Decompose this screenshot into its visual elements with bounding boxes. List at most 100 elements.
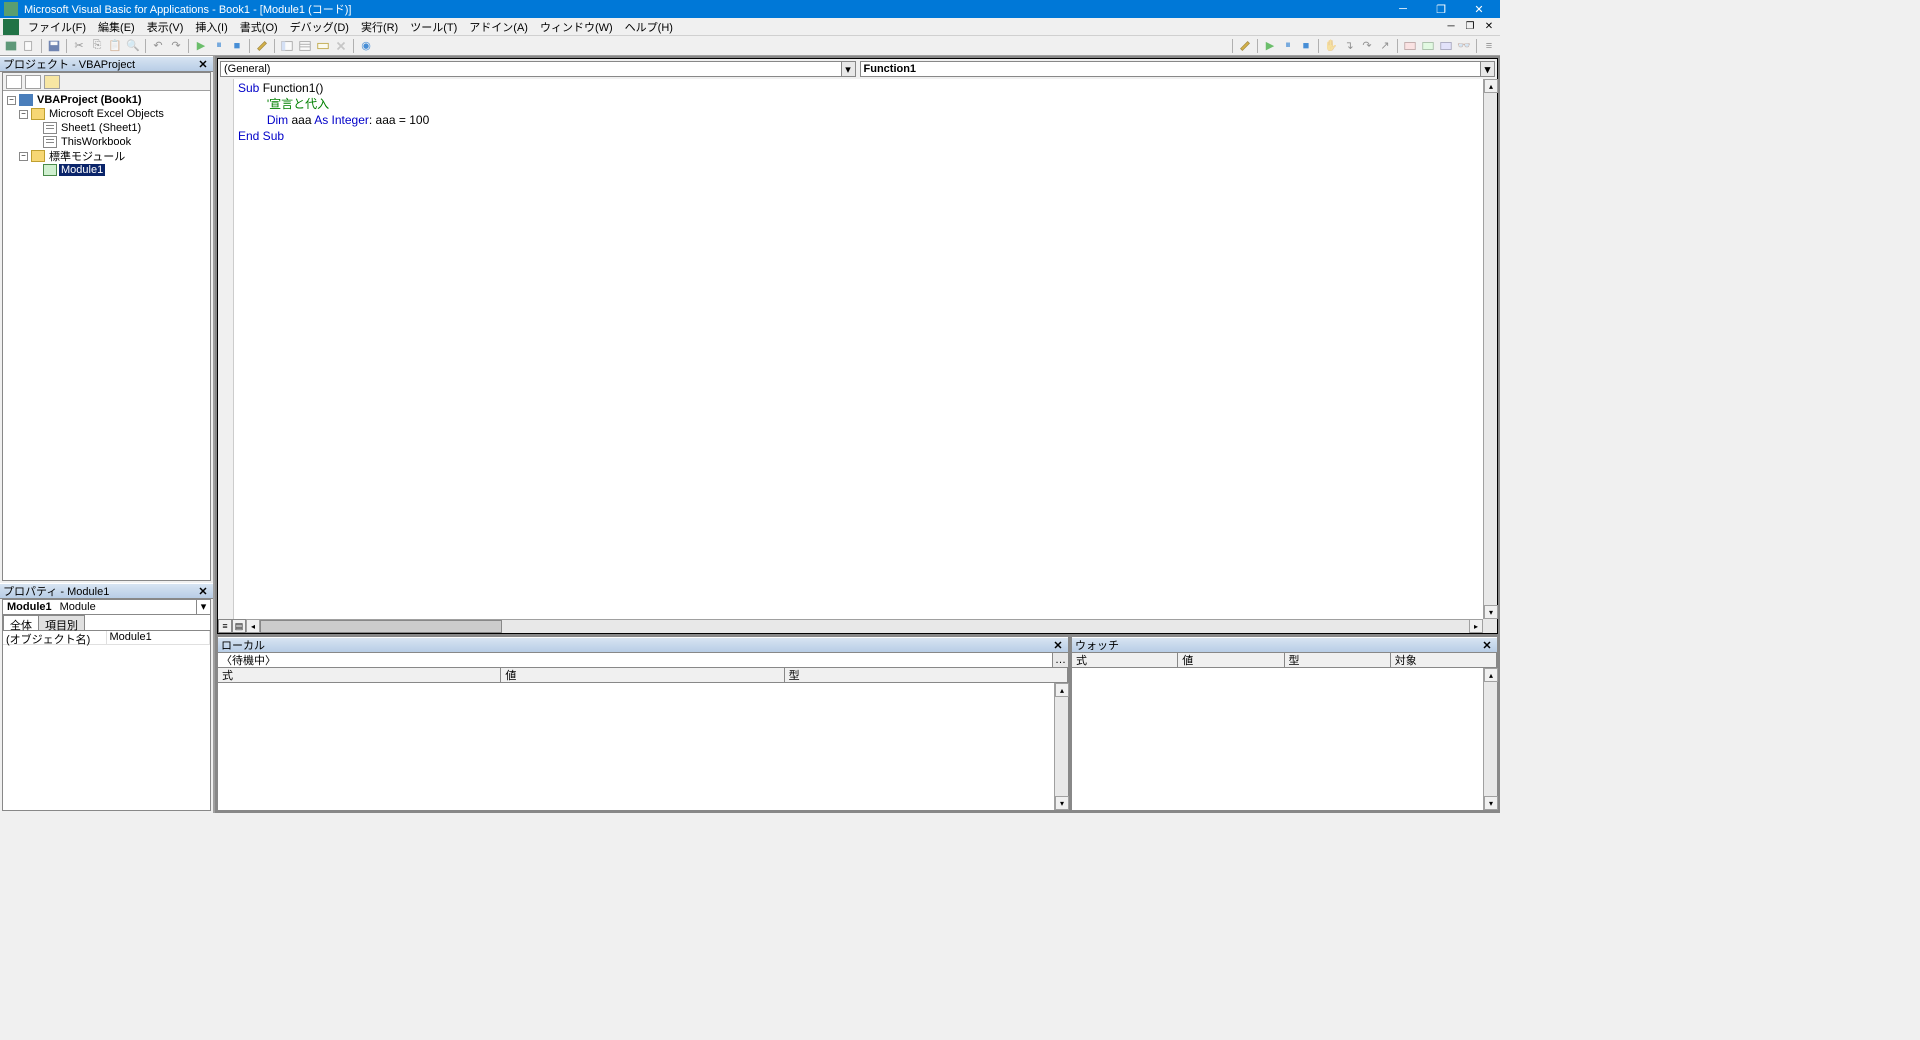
maximize-button[interactable]: ❐ bbox=[1432, 2, 1450, 16]
scroll-up-icon[interactable]: ▴ bbox=[1055, 683, 1069, 697]
locals-close[interactable]: ✕ bbox=[1051, 639, 1065, 651]
locals-col-type[interactable]: 型 bbox=[785, 668, 1068, 682]
chevron-down-icon[interactable]: ▾ bbox=[1480, 62, 1494, 76]
locals-grid-body[interactable]: ▴ ▾ bbox=[218, 683, 1068, 810]
tree-std-modules[interactable]: − 標準モジュール bbox=[5, 149, 208, 163]
insert-dropdown-icon[interactable] bbox=[21, 38, 37, 54]
collapse-icon[interactable]: − bbox=[19, 110, 28, 119]
design-mode-icon[interactable] bbox=[254, 38, 270, 54]
menu-view[interactable]: 表示(V) bbox=[141, 17, 190, 37]
prop-row[interactable]: (オブジェクト名) Module1 bbox=[3, 631, 210, 645]
watch-window-icon[interactable] bbox=[1438, 38, 1454, 54]
locals-col-expression[interactable]: 式 bbox=[218, 668, 501, 682]
menu-run[interactable]: 実行(R) bbox=[355, 17, 404, 37]
tree-excel-objects[interactable]: − Microsoft Excel Objects bbox=[5, 107, 208, 121]
locals-window-icon[interactable] bbox=[1402, 38, 1418, 54]
chevron-down-icon[interactable]: ▾ bbox=[841, 62, 855, 76]
vertical-scrollbar[interactable]: ▴ ▾ bbox=[1483, 668, 1497, 810]
tree-module1[interactable]: Module1 bbox=[5, 163, 208, 177]
undo-icon[interactable]: ↶ bbox=[150, 38, 166, 54]
call-stack-ellipsis[interactable]: … bbox=[1052, 653, 1068, 667]
excel-icon[interactable] bbox=[3, 19, 19, 35]
breakpoint-icon[interactable]: ✋ bbox=[1323, 38, 1339, 54]
code-editor[interactable]: Sub Function1() '宣言と代入 Dim aaa As Intege… bbox=[234, 79, 1483, 619]
immediate-window-icon[interactable] bbox=[1420, 38, 1436, 54]
debug-stop-icon[interactable]: ■ bbox=[1298, 38, 1314, 54]
mdi-restore[interactable]: ❐ bbox=[1463, 21, 1477, 33]
help-icon[interactable]: ◉ bbox=[358, 38, 374, 54]
object-dropdown[interactable]: (General) ▾ bbox=[220, 61, 856, 77]
scroll-up-icon[interactable]: ▴ bbox=[1484, 79, 1498, 93]
view-object-icon[interactable] bbox=[25, 75, 41, 89]
collapse-icon[interactable]: − bbox=[7, 96, 16, 105]
toolbox-icon[interactable] bbox=[333, 38, 349, 54]
run-icon[interactable]: ▶ bbox=[193, 38, 209, 54]
menu-addins[interactable]: アドイン(A) bbox=[463, 17, 534, 37]
project-explorer-icon[interactable] bbox=[279, 38, 295, 54]
full-module-view-icon[interactable]: ▤ bbox=[232, 619, 246, 633]
redo-icon[interactable]: ↷ bbox=[168, 38, 184, 54]
watch-close[interactable]: ✕ bbox=[1480, 639, 1494, 651]
call-stack-icon[interactable]: ≡ bbox=[1481, 38, 1497, 54]
menu-debug[interactable]: デバッグ(D) bbox=[284, 17, 355, 37]
watch-col-context[interactable]: 対象 bbox=[1391, 653, 1497, 667]
menu-window[interactable]: ウィンドウ(W) bbox=[534, 17, 619, 37]
scroll-right-icon[interactable]: ▸ bbox=[1469, 619, 1483, 633]
mdi-close[interactable]: ✕ bbox=[1482, 21, 1496, 33]
reset-icon[interactable]: ■ bbox=[229, 38, 245, 54]
mdi-minimize[interactable]: ─ bbox=[1444, 21, 1458, 33]
paste-icon[interactable]: 📋 bbox=[107, 38, 123, 54]
properties-icon[interactable] bbox=[297, 38, 313, 54]
code-margin[interactable] bbox=[218, 79, 234, 619]
project-explorer-close[interactable]: ✕ bbox=[196, 58, 210, 70]
object-browser-icon[interactable] bbox=[315, 38, 331, 54]
tree-root[interactable]: − VBAProject (Book1) bbox=[5, 93, 208, 107]
toggle-folders-icon[interactable] bbox=[44, 75, 60, 89]
quick-watch-icon[interactable]: 👓 bbox=[1456, 38, 1472, 54]
menu-edit[interactable]: 編集(E) bbox=[92, 17, 141, 37]
watch-col-value[interactable]: 値 bbox=[1178, 653, 1284, 667]
properties-close[interactable]: ✕ bbox=[196, 585, 210, 597]
menu-tools[interactable]: ツール(T) bbox=[404, 17, 463, 37]
watch-col-expression[interactable]: 式 bbox=[1072, 653, 1178, 667]
prop-value-cell[interactable]: Module1 bbox=[107, 631, 211, 644]
debug-pause-icon[interactable]: ⏸ bbox=[1280, 38, 1296, 54]
debug-run-icon[interactable]: ▶ bbox=[1262, 38, 1278, 54]
find-icon[interactable]: 🔍 bbox=[125, 38, 141, 54]
scroll-left-icon[interactable]: ◂ bbox=[246, 619, 260, 633]
break-icon[interactable]: ⏸ bbox=[211, 38, 227, 54]
step-out-icon[interactable]: ↗ bbox=[1377, 38, 1393, 54]
procedure-view-icon[interactable]: ≡ bbox=[218, 619, 232, 633]
tree-thisworkbook[interactable]: ThisWorkbook bbox=[5, 135, 208, 149]
tree-sheet1[interactable]: Sheet1 (Sheet1) bbox=[5, 121, 208, 135]
cut-icon[interactable]: ✂ bbox=[71, 38, 87, 54]
watch-grid-body[interactable]: ▴ ▾ bbox=[1072, 668, 1497, 810]
scroll-track[interactable] bbox=[1484, 93, 1497, 605]
project-tree[interactable]: − VBAProject (Book1) − Microsoft Excel O… bbox=[3, 91, 210, 580]
locals-col-value[interactable]: 値 bbox=[501, 668, 784, 682]
menu-insert[interactable]: 挿入(I) bbox=[189, 17, 233, 37]
scroll-down-icon[interactable]: ▾ bbox=[1055, 796, 1069, 810]
view-excel-icon[interactable] bbox=[3, 38, 19, 54]
properties-grid[interactable]: (オブジェクト名) Module1 bbox=[3, 631, 210, 810]
scroll-up-icon[interactable]: ▴ bbox=[1484, 668, 1498, 682]
copy-icon[interactable]: ⎘ bbox=[89, 38, 105, 54]
procedure-dropdown[interactable]: Function1 ▾ bbox=[860, 61, 1496, 77]
view-code-icon[interactable] bbox=[6, 75, 22, 89]
horizontal-scrollbar[interactable] bbox=[260, 619, 1469, 633]
watch-col-type[interactable]: 型 bbox=[1285, 653, 1391, 667]
tab-alphabetic[interactable]: 全体 bbox=[3, 615, 39, 630]
vertical-scrollbar[interactable]: ▴ ▾ bbox=[1483, 79, 1497, 619]
scroll-track[interactable] bbox=[1055, 697, 1068, 796]
close-button[interactable]: ✕ bbox=[1470, 2, 1488, 16]
scroll-track[interactable] bbox=[1484, 682, 1497, 796]
chevron-down-icon[interactable]: ▾ bbox=[196, 600, 210, 614]
scroll-down-icon[interactable]: ▾ bbox=[1484, 796, 1498, 810]
collapse-icon[interactable]: − bbox=[19, 152, 28, 161]
step-into-icon[interactable]: ↴ bbox=[1341, 38, 1357, 54]
vertical-scrollbar[interactable]: ▴ ▾ bbox=[1054, 683, 1068, 810]
edit-toolbar-icon[interactable] bbox=[1237, 38, 1253, 54]
scroll-down-icon[interactable]: ▾ bbox=[1484, 605, 1498, 619]
project-explorer-title[interactable]: プロジェクト - VBAProject ✕ bbox=[0, 56, 213, 72]
menu-format[interactable]: 書式(O) bbox=[234, 17, 284, 37]
